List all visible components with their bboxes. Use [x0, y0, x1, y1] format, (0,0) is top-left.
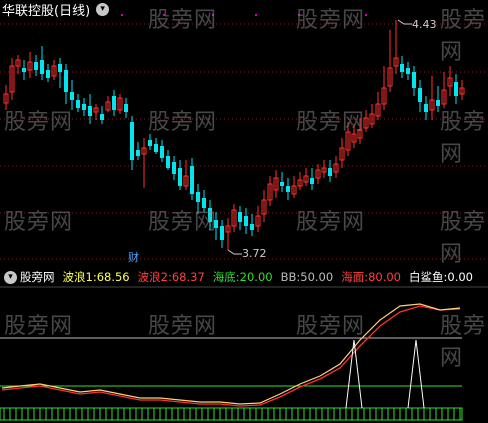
shark-spike [345, 339, 363, 409]
candle-down [166, 156, 170, 168]
candle-down [64, 70, 68, 92]
candle-down [328, 168, 332, 176]
candle-down [202, 198, 206, 208]
wave2-line [1, 305, 461, 407]
high-pointer [397, 19, 412, 25]
indicator-legend: ▾ 股旁网 波浪1:68.56 波浪2:68.37 海底:20.00 BB:50… [0, 268, 488, 286]
candle-down [310, 178, 314, 184]
candle-down [190, 166, 194, 194]
shark-spike [407, 339, 425, 409]
low-pointer [227, 249, 242, 255]
candle-down [160, 146, 164, 158]
candle-down [280, 182, 284, 186]
candle-down [40, 60, 44, 74]
chart-title: 华联控股(日线) [2, 3, 91, 19]
legend-white-shark: 白鲨鱼:0.00 [409, 270, 473, 284]
candle-down [238, 212, 242, 222]
legend-wave2: 波浪2:68.37 [137, 270, 205, 284]
candle-down [208, 208, 212, 222]
candle-down [46, 70, 50, 78]
top-marker [163, 14, 165, 16]
candle-down [400, 64, 404, 72]
top-marker [365, 14, 367, 16]
candle-down [100, 114, 104, 120]
finance-marker[interactable]: 财 [128, 249, 139, 265]
top-marker [121, 14, 123, 16]
candle-down [412, 72, 416, 88]
candle-down [250, 224, 254, 230]
chevron-down-icon[interactable]: ▾ [4, 270, 17, 284]
candle-down [196, 192, 200, 202]
candle-down [124, 104, 128, 112]
indicator-panel [0, 286, 488, 421]
candle-down [130, 122, 134, 160]
candlestick-chart [0, 14, 488, 421]
candle-down [148, 140, 152, 146]
top-marker [212, 14, 214, 16]
candle-down [244, 216, 248, 226]
high-price-label: 4.43 [412, 18, 437, 31]
tick-band [0, 407, 463, 421]
top-marker [298, 14, 300, 16]
chart-title-bar: 华联控股(日线) ▾ [2, 0, 110, 19]
candle-down [58, 64, 62, 72]
candle-down [214, 220, 218, 228]
legend-sea-top: 海面:80.00 [341, 270, 401, 284]
candle-down [154, 144, 158, 152]
candle-down [82, 104, 86, 110]
wave1-line [1, 303, 461, 405]
candle-down [172, 162, 176, 174]
candle-down [112, 96, 116, 110]
candle-down [76, 100, 80, 108]
candle-down [136, 150, 140, 156]
candle-down [22, 68, 26, 72]
top-marker [255, 14, 257, 16]
candle-down [178, 168, 182, 186]
indicator-name: 股旁网 [20, 270, 55, 284]
low-price-label: 3.72 [242, 247, 267, 260]
legend-bb: BB:50.00 [280, 270, 334, 284]
candle-down [454, 82, 458, 96]
candle-down [418, 88, 422, 102]
candle-down [88, 106, 92, 116]
candle-down [436, 100, 440, 106]
chevron-down-icon[interactable]: ▾ [96, 2, 110, 16]
candle-down [220, 226, 224, 240]
candle-down [286, 186, 290, 192]
legend-sea-bottom: 海底:20.00 [212, 270, 273, 284]
candle-down [424, 104, 428, 112]
legend-wave1: 波浪1:68.56 [62, 270, 130, 284]
candle-down [70, 92, 74, 100]
candles [3, 19, 465, 255]
candle-down [406, 68, 410, 74]
candle-down [34, 62, 38, 70]
